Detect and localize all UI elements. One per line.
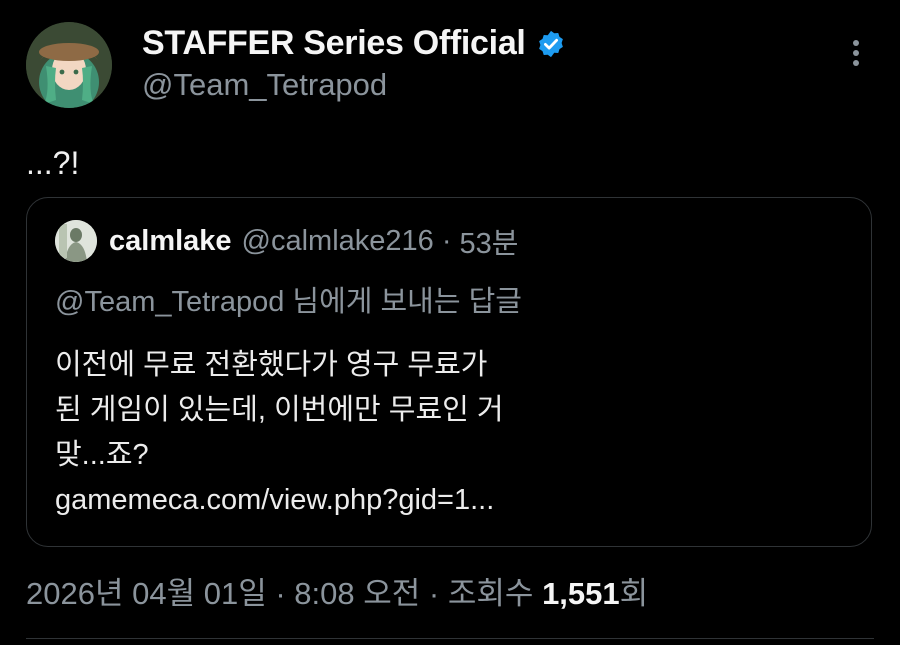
footer-separator: ·: [428, 576, 440, 611]
tweet-footer: 2026년 04월 01일 · 8:08 오전 · 조회수 1,551회: [26, 568, 648, 613]
quoted-tweet-body: 이전에 무료 전환했다가 영구 무료가 된 게임이 있는데, 이번에만 무료인 …: [55, 343, 775, 523]
tweet-text: ...?!: [26, 145, 80, 181]
divider: [26, 638, 874, 639]
tweet-time[interactable]: 8:08 오전: [294, 576, 420, 611]
tweet-date[interactable]: 2026년 04월 01일: [26, 576, 267, 611]
quoted-tweet-line: 된 게임이 있는데, 이번에만 무료인 거: [55, 394, 504, 426]
more-vertical-icon[interactable]: [850, 40, 862, 76]
verified-badge-icon[interactable]: [536, 29, 566, 59]
views-count[interactable]: 1,551: [542, 576, 620, 611]
quoted-tweet-header: calmlake @calmlake216 · 53분: [55, 220, 518, 262]
tweet-header: STAFFER Series Official @Team_Tetrapod: [26, 22, 874, 112]
author-display-name[interactable]: STAFFER Series Official: [142, 24, 526, 63]
views-suffix: 회: [619, 576, 649, 611]
footer-separator: ·: [275, 576, 286, 611]
meta-separator: ·: [441, 224, 452, 257]
quoted-author-avatar[interactable]: [55, 220, 97, 262]
views-label: 조회수: [447, 576, 534, 611]
reply-to-label: @Team_Tetrapod 님에게 보내는 답글: [55, 286, 522, 318]
quoted-tweet-line: 이전에 무료 전환했다가 영구 무료가: [55, 349, 488, 381]
quoted-tweet-time[interactable]: 53분: [459, 220, 518, 262]
author-names: STAFFER Series Official @Team_Tetrapod: [142, 24, 566, 103]
author-display-name-row[interactable]: STAFFER Series Official: [142, 24, 566, 63]
quoted-tweet-line: 맞...죠?: [55, 439, 149, 471]
quoted-author-name[interactable]: calmlake: [109, 225, 232, 258]
quoted-tweet[interactable]: calmlake @calmlake216 · 53분 @Team_Tetrap…: [26, 197, 872, 547]
quoted-author-handle: @calmlake216: [241, 224, 434, 257]
author-handle[interactable]: @Team_Tetrapod: [142, 67, 566, 103]
quoted-tweet-link[interactable]: gamemeca.com/view.php?gid=1...: [55, 478, 775, 523]
author-avatar[interactable]: [26, 22, 112, 108]
